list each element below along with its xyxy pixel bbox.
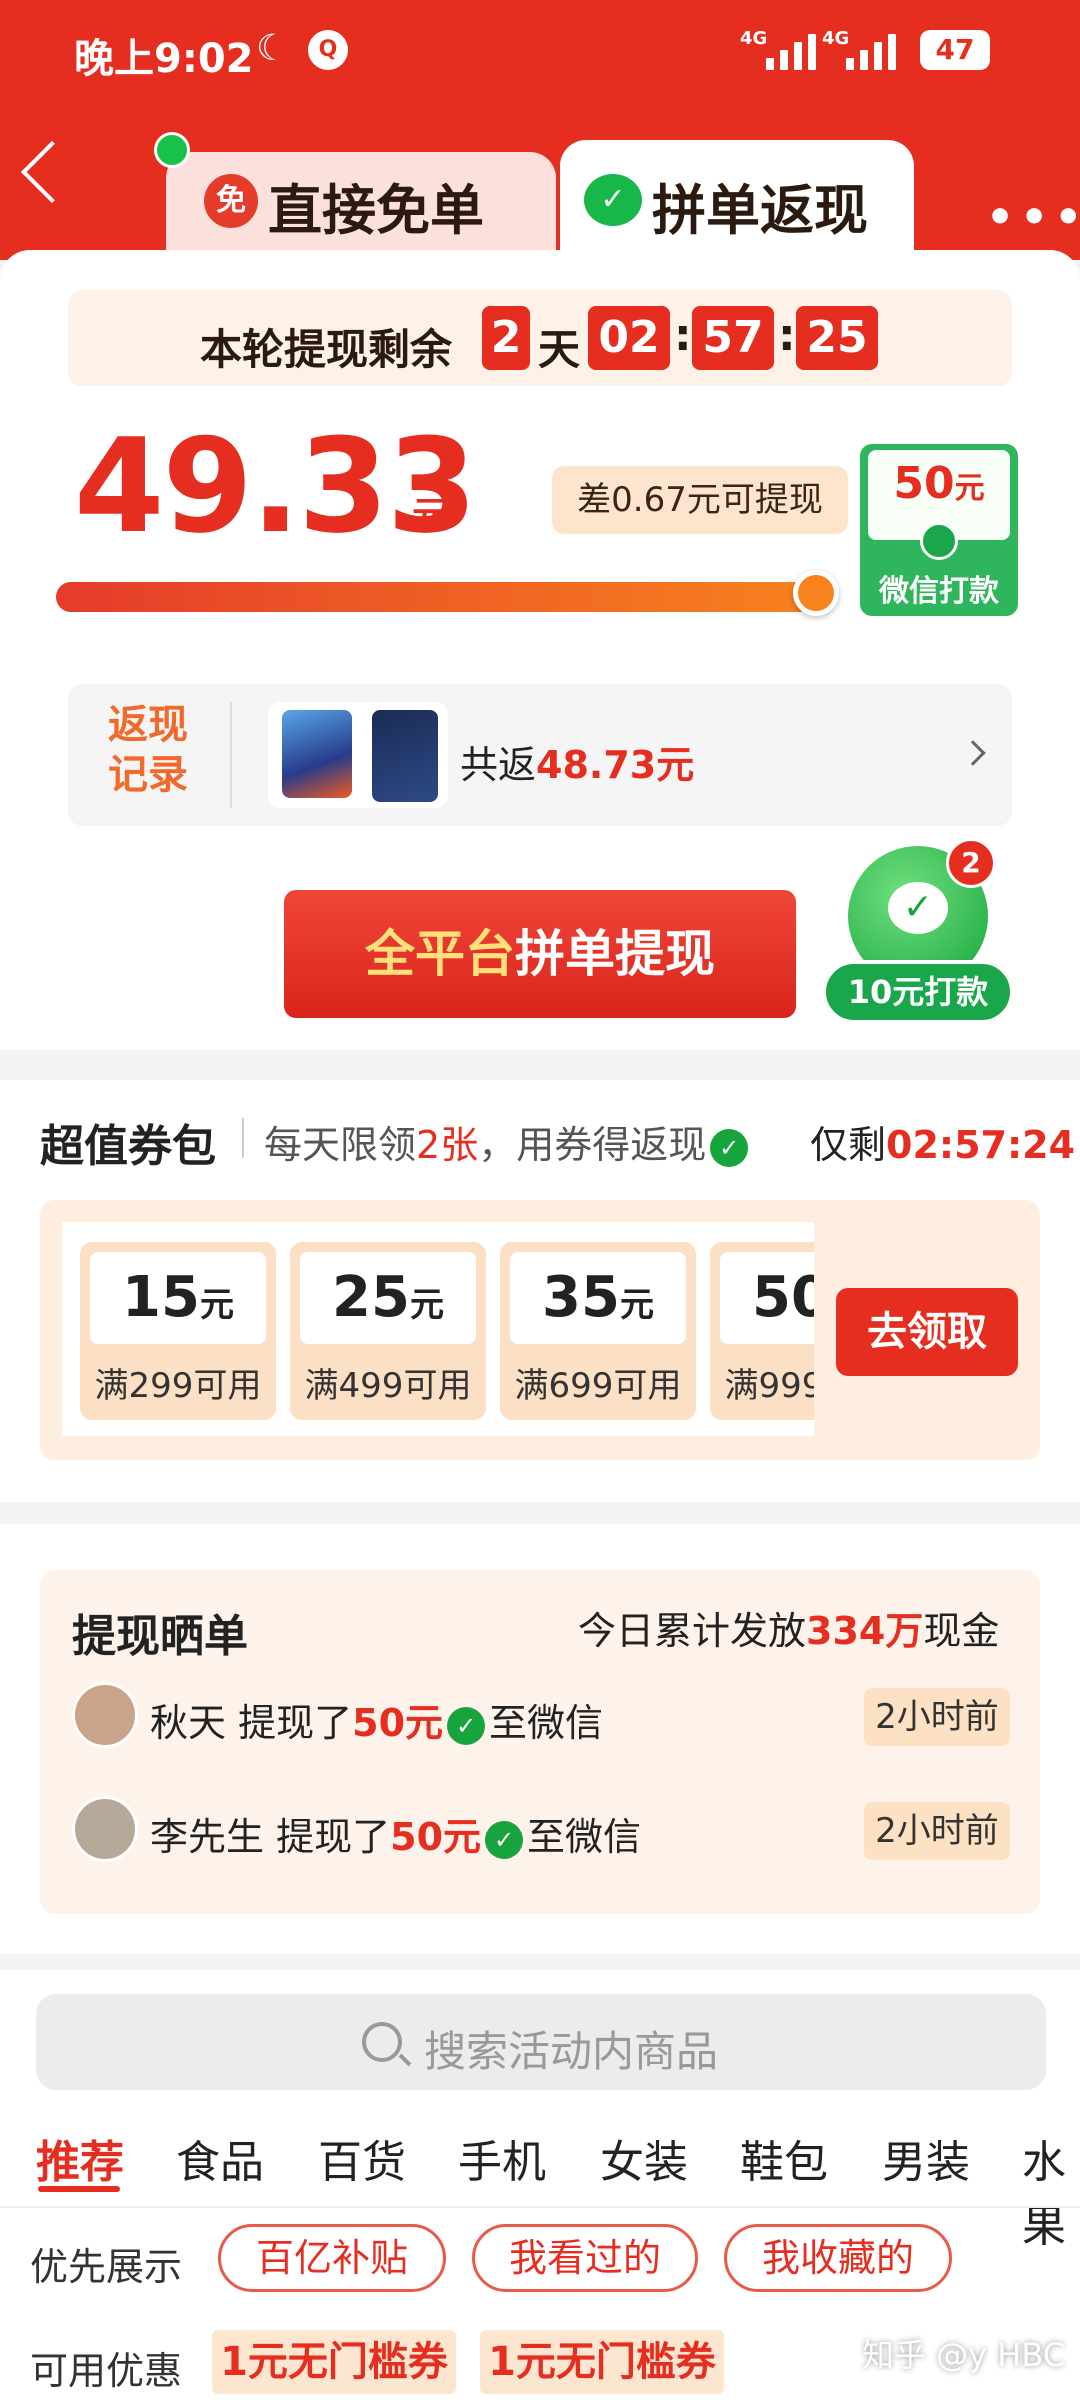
priority-label: 优先展示 bbox=[30, 2245, 183, 2289]
wechat-message-icon: ✓ bbox=[888, 882, 948, 934]
coupon-condition: 满699可用 bbox=[514, 1366, 682, 1406]
tab-general-goods[interactable]: 百货 bbox=[318, 2126, 406, 2190]
unread-badge: 2 bbox=[946, 838, 996, 888]
feed-row: 李先生 提现了50元 ✓ 至微信 2小时前 bbox=[72, 1796, 1010, 1866]
free-badge-icon: 免 bbox=[204, 174, 258, 228]
status-time: 晚上9:02 bbox=[74, 36, 254, 82]
feed-title: 提现晒单 bbox=[72, 1611, 248, 1662]
coupon-condition: 满299可用 bbox=[94, 1366, 262, 1406]
withdraw-button[interactable]: 全平台拼单提现 bbox=[284, 890, 796, 1018]
notification-dot bbox=[154, 132, 190, 168]
coupon-card[interactable]: 50元 满999可用 bbox=[710, 1242, 814, 1420]
coupon-amount: 50元 bbox=[720, 1252, 814, 1344]
qq-icon: Q bbox=[308, 30, 348, 70]
phone-front-image bbox=[282, 710, 352, 798]
colon: : bbox=[778, 310, 796, 361]
record-title: 返现记录 bbox=[108, 702, 188, 798]
coupon-amount: 35元 bbox=[510, 1252, 686, 1344]
phone-back-image bbox=[372, 710, 438, 802]
filter-viewed[interactable]: 我看过的 bbox=[472, 2224, 698, 2292]
coupon-time-left: 仅剩02:57:24 bbox=[810, 1123, 1076, 1167]
colon: : bbox=[674, 310, 692, 361]
record-summary: 共返48.73元 bbox=[460, 743, 695, 787]
coupon-condition: 满499可用 bbox=[304, 1366, 472, 1406]
countdown-seconds: 25 bbox=[796, 306, 878, 370]
discount-tag[interactable]: 1元无门槛券 bbox=[212, 2330, 456, 2394]
tab-phones[interactable]: 手机 bbox=[458, 2126, 546, 2190]
balance-unit: 元 bbox=[412, 495, 449, 536]
coupon-list[interactable]: 15元 满299可用 25元 满499可用 35元 满699可用 50元 满99… bbox=[62, 1222, 814, 1436]
countdown-hours: 02 bbox=[588, 306, 670, 370]
coupon-card[interactable]: 35元 满699可用 bbox=[500, 1242, 696, 1420]
discount-label: 可用优惠 bbox=[30, 2349, 183, 2393]
tab-shoes-bags[interactable]: 鞋包 bbox=[740, 2126, 828, 2190]
watermark: 知乎 @y HBC bbox=[862, 2336, 1066, 2374]
wechat-check-icon: ✓ bbox=[485, 1820, 524, 1859]
countdown-days: 2 bbox=[482, 306, 530, 370]
battery-indicator: 47 bbox=[920, 30, 990, 70]
network-type-1: 4G bbox=[740, 28, 768, 49]
tab-recommend[interactable]: 推荐 bbox=[36, 2126, 124, 2190]
tab-group-cashback-label: 拼单返现 bbox=[652, 179, 868, 242]
countdown-days-unit: 天 bbox=[538, 325, 581, 374]
feed-row-time: 2小时前 bbox=[864, 1802, 1010, 1860]
feed-row-text: 李先生 提现了50元 ✓ 至微信 bbox=[150, 1815, 642, 1859]
divider bbox=[242, 1118, 244, 1158]
signal-icon bbox=[766, 30, 822, 70]
more-options-icon[interactable]: ••• bbox=[986, 192, 1080, 243]
tab-womens[interactable]: 女装 bbox=[600, 2126, 688, 2190]
avatar bbox=[72, 1682, 138, 1748]
filter-favorites[interactable]: 我收藏的 bbox=[724, 2224, 952, 2292]
feed-row-text: 秋天 提现了50元 ✓ 至微信 bbox=[150, 1701, 604, 1745]
status-bar: 晚上9:02 ☾ Q 4G 4G 47 bbox=[0, 0, 1080, 100]
signal-icon-2 bbox=[846, 30, 902, 70]
feed-row-time: 2小时前 bbox=[864, 1688, 1010, 1746]
tab-mens[interactable]: 男装 bbox=[882, 2126, 970, 2190]
discount-tag[interactable]: 1元无门槛券 bbox=[480, 2330, 724, 2394]
coupon-desc: 每天限领2张，用券得返现 ✓ bbox=[264, 1114, 752, 1169]
coupon-condition: 满999可用 bbox=[724, 1366, 814, 1406]
avatar bbox=[72, 1796, 138, 1862]
tab-fruit[interactable]: 水果 bbox=[1022, 2126, 1080, 2254]
moon-icon: ☾ bbox=[256, 28, 289, 69]
diff-tooltip: 差0.67元可提现 bbox=[552, 466, 848, 534]
active-tab-indicator bbox=[38, 2186, 120, 2192]
countdown-label: 本轮提现剩余 bbox=[200, 325, 453, 374]
claim-coupon-button[interactable]: 去领取 bbox=[836, 1288, 1018, 1376]
coupon-amount: 15元 bbox=[90, 1252, 266, 1344]
coupon-card[interactable]: 25元 满499可用 bbox=[290, 1242, 486, 1420]
progress-knob bbox=[793, 570, 839, 616]
wechat-payout-amount: 50元 bbox=[893, 458, 985, 509]
wechat-payout-label: 微信打款 bbox=[879, 574, 999, 609]
coupon-amount: 25元 bbox=[300, 1252, 476, 1344]
feed-row: 秋天 提现了50元 ✓ 至微信 2小时前 bbox=[72, 1682, 1010, 1752]
divider bbox=[0, 2206, 1080, 2208]
search-placeholder: 搜索活动内商品 bbox=[424, 2027, 719, 2076]
countdown-minutes: 57 bbox=[692, 306, 774, 370]
wechat-check-icon: ✓ bbox=[710, 1128, 749, 1167]
divider bbox=[230, 702, 232, 808]
wechat-icon: ✓ bbox=[584, 174, 642, 226]
feed-stat: 今日累计发放334万现金 bbox=[578, 1609, 1000, 1653]
wechat-payout-card[interactable]: 50元 微信打款 bbox=[860, 444, 1018, 616]
tab-food[interactable]: 食品 bbox=[176, 2126, 264, 2190]
search-icon bbox=[362, 2022, 402, 2062]
tab-free-order-label: 直接免单 bbox=[268, 179, 484, 242]
filter-billion-subsidy[interactable]: 百亿补贴 bbox=[218, 2224, 446, 2292]
coupon-section-title: 超值券包 bbox=[40, 1121, 216, 1172]
coupon-card[interactable]: 15元 满299可用 bbox=[80, 1242, 276, 1420]
progress-fill bbox=[56, 582, 816, 612]
wechat-check-icon: ✓ bbox=[447, 1706, 486, 1745]
wechat-check-icon bbox=[920, 522, 958, 560]
wechat-float-label[interactable]: 10元打款 bbox=[822, 960, 1014, 1024]
